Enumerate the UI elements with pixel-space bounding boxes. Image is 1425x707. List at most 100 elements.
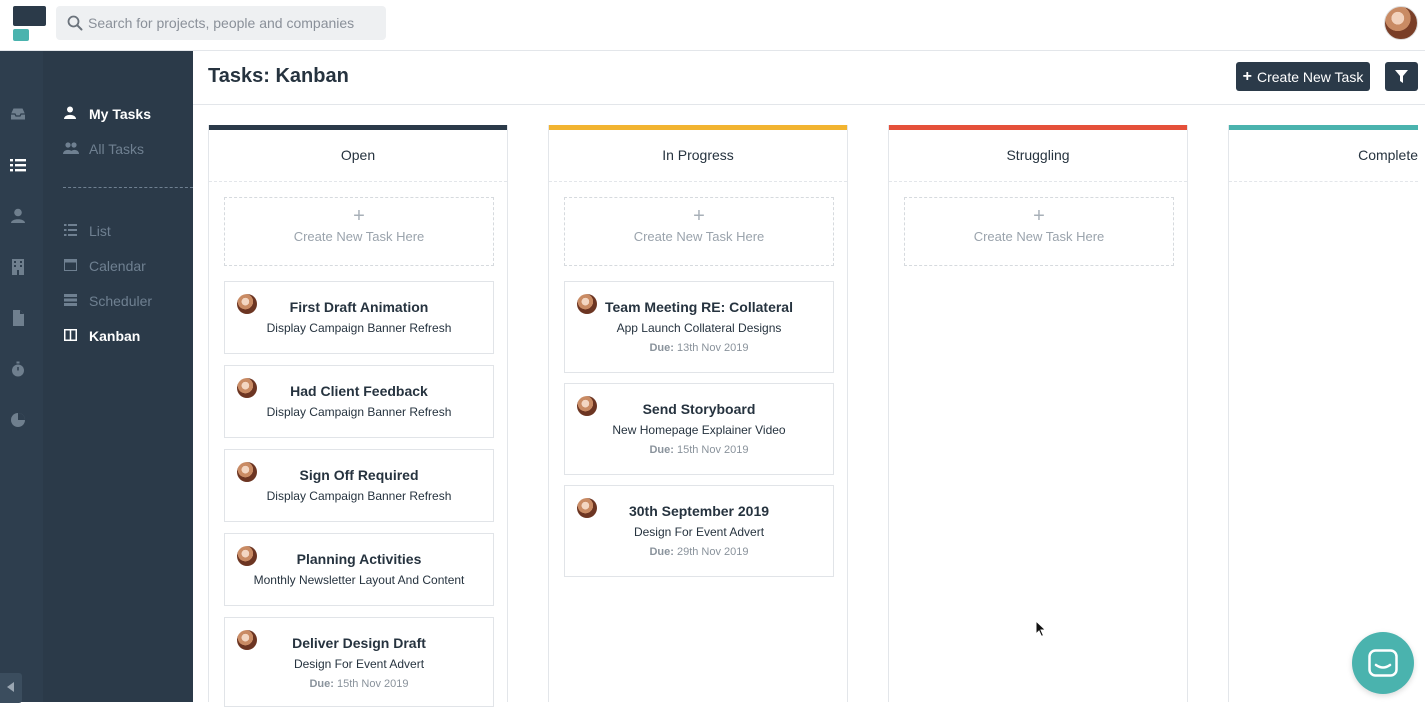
assignee-avatar [577, 396, 597, 416]
list-icon [63, 223, 77, 239]
inbox-icon[interactable] [9, 105, 27, 123]
create-new-task-button[interactable]: + Create New Task [1236, 62, 1370, 91]
due-value: 29th Nov 2019 [676, 546, 749, 558]
kanban-column-in-progress: In Progress + Create New Task Here Team … [548, 125, 848, 702]
sidebar-item-calendar[interactable]: Calendar [63, 256, 146, 276]
sidebar-item-label: Scheduler [89, 293, 153, 309]
due-label: Due: [649, 444, 674, 456]
task-card[interactable]: Sign Off Required Display Campaign Banne… [224, 449, 494, 522]
sidebar-item-label: My Tasks [89, 106, 151, 122]
task-due-date: Due: 15th Nov 2019 [225, 678, 493, 690]
sidebar-item-scheduler[interactable]: Scheduler [63, 291, 152, 311]
task-card[interactable]: Team Meeting RE: Collateral App Launch C… [564, 281, 834, 373]
kanban-column-complete: Complete [1228, 125, 1418, 702]
sidebar-item-label: Kanban [89, 328, 141, 344]
column-title: In Progress [549, 130, 847, 182]
people-icon [63, 141, 79, 157]
due-label: Due: [649, 342, 674, 354]
scheduler-icon [63, 293, 77, 309]
task-project: New Homepage Explainer Video [612, 423, 786, 437]
due-label: Due: [309, 678, 334, 690]
task-title: Team Meeting RE: Collateral [604, 299, 793, 315]
column-title: Struggling [889, 130, 1187, 182]
kanban-column-open: Open + Create New Task Here First Draft … [208, 125, 508, 707]
column-title: Open [209, 130, 507, 182]
sidebar-item-label: All Tasks [89, 141, 144, 157]
task-title: Sign Off Required [299, 467, 419, 483]
task-due-date: Due: 15th Nov 2019 [565, 444, 833, 456]
person-icon[interactable] [9, 207, 27, 225]
create-task-slot[interactable]: + Create New Task Here [904, 197, 1174, 266]
task-project: Design For Event Advert [293, 657, 425, 671]
kanban-column-struggling: Struggling + Create New Task Here [888, 125, 1188, 702]
search-icon [67, 15, 83, 31]
collapse-sidebar-button[interactable] [0, 673, 22, 703]
column-title: Complete [1229, 130, 1418, 182]
person-icon [63, 106, 77, 122]
sidebar-item-list[interactable]: List [63, 221, 111, 241]
assignee-avatar [237, 378, 257, 398]
create-task-slot[interactable]: + Create New Task Here [224, 197, 494, 266]
chevron-left-icon [7, 682, 14, 692]
sidebar-divider [63, 187, 193, 188]
sidebar-item-all-tasks[interactable]: All Tasks [63, 139, 144, 159]
task-card[interactable]: 30th September 2019 Design For Event Adv… [564, 485, 834, 577]
list-icon[interactable] [9, 156, 27, 174]
page-title: Tasks: Kanban [208, 65, 349, 87]
due-value: 15th Nov 2019 [676, 444, 749, 456]
task-project: Display Campaign Banner Refresh [266, 405, 452, 419]
assignee-avatar [237, 462, 257, 482]
app-logo[interactable] [13, 6, 46, 42]
pie-chart-icon[interactable] [9, 411, 27, 429]
task-card[interactable]: Had Client Feedback Display Campaign Ban… [224, 365, 494, 438]
filter-button[interactable] [1385, 62, 1418, 91]
due-label: Due: [649, 546, 674, 558]
task-card[interactable]: Deliver Design Draft Design For Event Ad… [224, 617, 494, 707]
task-project: Monthly Newsletter Layout And Content [253, 573, 465, 587]
plus-icon: + [353, 205, 365, 227]
task-project: Display Campaign Banner Refresh [266, 321, 452, 335]
user-avatar[interactable] [1384, 6, 1418, 40]
sidebar-item-label: Calendar [89, 258, 146, 274]
assignee-avatar [577, 498, 597, 518]
document-icon[interactable] [9, 309, 27, 327]
header-divider [193, 104, 1425, 105]
tasks-sidebar: My Tasks All Tasks List Calendar Schedul… [43, 51, 193, 702]
assignee-avatar [237, 630, 257, 650]
task-project: Design For Event Advert [633, 525, 765, 539]
chat-launcher-button[interactable] [1352, 632, 1414, 694]
assignee-avatar [237, 546, 257, 566]
task-card[interactable]: First Draft Animation Display Campaign B… [224, 281, 494, 354]
sidebar-item-kanban[interactable]: Kanban [63, 326, 140, 346]
icon-rail [0, 51, 43, 703]
plus-icon: + [693, 205, 705, 227]
task-title: Had Client Feedback [290, 383, 428, 399]
task-title: 30th September 2019 [628, 503, 770, 519]
sidebar-item-label: List [89, 223, 111, 239]
task-due-date: Due: 13th Nov 2019 [565, 342, 833, 354]
search-input[interactable] [88, 6, 378, 40]
due-value: 15th Nov 2019 [336, 678, 409, 690]
task-card[interactable]: Planning Activities Monthly Newsletter L… [224, 533, 494, 606]
filter-icon [1395, 70, 1408, 83]
task-project: App Launch Collateral Designs [616, 321, 782, 335]
create-task-slot[interactable]: + Create New Task Here [564, 197, 834, 266]
stopwatch-icon[interactable] [9, 360, 27, 378]
create-task-label: Create New Task Here [293, 229, 425, 244]
task-title: Planning Activities [296, 551, 422, 567]
task-title: First Draft Animation [289, 299, 429, 315]
search-box[interactable] [56, 6, 386, 40]
task-project: Display Campaign Banner Refresh [266, 489, 452, 503]
plus-icon: + [1033, 205, 1045, 227]
task-due-date: Due: 29th Nov 2019 [565, 546, 833, 558]
assignee-avatar [237, 294, 257, 314]
task-title: Deliver Design Draft [292, 635, 426, 651]
sidebar-item-my-tasks[interactable]: My Tasks [63, 104, 151, 124]
task-title: Send Storyboard [642, 401, 756, 417]
kanban-icon [63, 328, 77, 344]
task-card[interactable]: Send Storyboard New Homepage Explainer V… [564, 383, 834, 475]
calendar-icon [63, 258, 77, 274]
create-task-label: Create New Task Here [633, 229, 765, 244]
due-value: 13th Nov 2019 [676, 342, 749, 354]
building-icon[interactable] [9, 258, 27, 276]
